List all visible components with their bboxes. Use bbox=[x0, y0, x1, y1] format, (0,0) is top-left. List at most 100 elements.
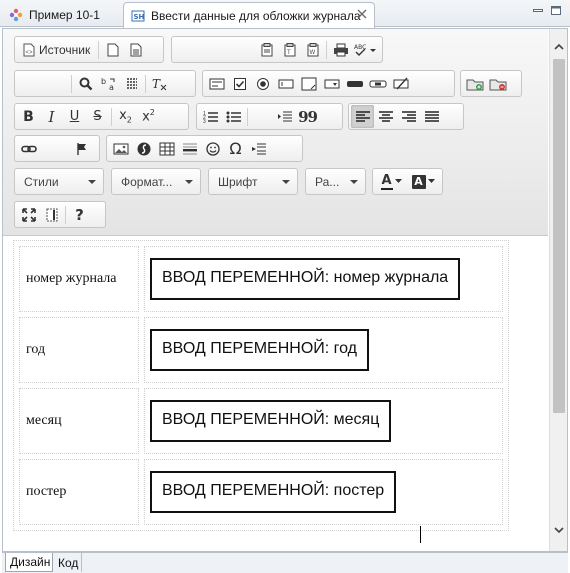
size-dropdown[interactable]: Ра... bbox=[305, 168, 366, 195]
delete-template-button[interactable] bbox=[486, 72, 509, 95]
hidden-field-button[interactable] bbox=[389, 72, 412, 95]
tab-code[interactable]: Код bbox=[54, 553, 82, 572]
row-value-cell[interactable]: ВВОД ПЕРЕМЕННОЙ: постер bbox=[144, 459, 503, 525]
bulleted-list-button[interactable] bbox=[222, 105, 245, 128]
svg-text:3: 3 bbox=[203, 119, 206, 124]
select-all-button[interactable] bbox=[120, 72, 143, 95]
image-button-button[interactable] bbox=[366, 72, 389, 95]
find-button[interactable] bbox=[74, 72, 97, 95]
copy-button[interactable] bbox=[255, 38, 278, 61]
subscript-button[interactable]: x2 bbox=[114, 105, 137, 128]
image-button[interactable] bbox=[109, 137, 132, 160]
background-color-button[interactable]: A bbox=[407, 170, 439, 193]
smiley-button[interactable] bbox=[201, 137, 224, 160]
align-right-button[interactable] bbox=[397, 105, 420, 128]
editor-toolbar: <> Источник T W ABC b a T B I U S x2 x2 … bbox=[3, 29, 548, 236]
paste-button[interactable]: T bbox=[278, 38, 301, 61]
scroll-up-button[interactable] bbox=[550, 37, 568, 55]
format-dropdown[interactable]: Формат... bbox=[111, 168, 201, 195]
flash-button[interactable] bbox=[132, 137, 155, 160]
variable-input-field[interactable]: ВВОД ПЕРЕМЕННОЙ: номер журнала bbox=[150, 258, 461, 300]
special-char-button[interactable]: Ω bbox=[224, 137, 247, 160]
row-label[interactable]: номер журнала bbox=[19, 246, 139, 312]
row-value-cell[interactable]: ВВОД ПЕРЕМЕННОЙ: номер журнала bbox=[144, 246, 503, 312]
row-value-cell[interactable]: ВВОД ПЕРЕМЕННОЙ: месяц bbox=[144, 388, 503, 454]
variable-input-field[interactable]: ВВОД ПЕРЕМЕННОЙ: месяц bbox=[150, 400, 392, 442]
scroll-down-button[interactable] bbox=[550, 521, 568, 539]
row-label[interactable]: месяц bbox=[19, 388, 139, 454]
bold-icon: B bbox=[23, 108, 34, 125]
italic-button[interactable]: I bbox=[40, 105, 63, 128]
maximize-button[interactable] bbox=[17, 203, 40, 226]
font-color-icon: A bbox=[380, 174, 393, 190]
horizontal-rule-button[interactable] bbox=[178, 137, 201, 160]
new-page-button[interactable] bbox=[101, 38, 124, 61]
remove-format-button[interactable]: T bbox=[148, 72, 171, 95]
row-value-cell[interactable]: ВВОД ПЕРЕМЕННОЙ: год bbox=[144, 317, 503, 383]
align-group bbox=[348, 103, 464, 130]
editor-content[interactable]: номер журнала ВВОД ПЕРЕМЕННОЙ: номер жур… bbox=[3, 236, 548, 551]
link-button[interactable] bbox=[17, 137, 40, 160]
table-row: номер журнала ВВОД ПЕРЕМЕННОЙ: номер жур… bbox=[19, 246, 503, 312]
chevron-down-icon bbox=[554, 526, 564, 533]
spellcheck-button[interactable]: ABC bbox=[352, 38, 380, 61]
show-blocks-button[interactable] bbox=[40, 203, 63, 226]
form-button-button[interactable] bbox=[343, 72, 366, 95]
select-field-button[interactable] bbox=[320, 72, 343, 95]
textfield-button[interactable] bbox=[274, 72, 297, 95]
variable-input-field[interactable]: ВВОД ПЕРЕМЕННОЙ: год bbox=[150, 329, 370, 371]
close-icon[interactable] bbox=[356, 8, 368, 20]
numbered-list-button[interactable]: 123 bbox=[199, 105, 222, 128]
help-button[interactable]: ? bbox=[68, 203, 91, 226]
source-button[interactable]: <> Источник bbox=[17, 38, 96, 61]
insert-template-button[interactable] bbox=[463, 72, 486, 95]
unlink-placeholder bbox=[40, 137, 70, 160]
indent-icon bbox=[277, 111, 292, 121]
variable-input-field[interactable]: ВВОД ПЕРЕМЕННОЙ: постер bbox=[150, 471, 397, 513]
form-button[interactable] bbox=[205, 72, 228, 95]
align-justify-button[interactable] bbox=[420, 105, 443, 128]
textarea-button[interactable] bbox=[297, 72, 320, 95]
page-break-button[interactable] bbox=[247, 137, 270, 160]
editor-frame: <> Источник T W ABC b a T B I U S x2 x2 … bbox=[2, 28, 568, 552]
underline-button[interactable]: U bbox=[63, 105, 86, 128]
font-dropdown[interactable]: Шрифт bbox=[208, 168, 298, 195]
row-label[interactable]: постер bbox=[19, 459, 139, 525]
superscript-button[interactable]: x2 bbox=[137, 105, 160, 128]
minimize-icon[interactable] bbox=[532, 5, 544, 16]
tab-example-10-1[interactable]: Пример 10-1 bbox=[2, 2, 120, 27]
styles-dropdown[interactable]: Стили bbox=[14, 168, 104, 195]
blockquote-button[interactable]: 99 bbox=[296, 105, 319, 128]
select-all-icon bbox=[126, 77, 137, 89]
align-justify-icon bbox=[424, 110, 439, 122]
tab-design[interactable]: Дизайн bbox=[5, 553, 53, 572]
separator bbox=[326, 40, 327, 59]
text-color-button[interactable]: A bbox=[375, 170, 407, 193]
anchor-button[interactable] bbox=[70, 137, 93, 160]
align-left-button[interactable] bbox=[351, 105, 374, 128]
strikethrough-button[interactable]: S bbox=[86, 105, 109, 128]
checkbox-button[interactable] bbox=[228, 72, 251, 95]
radio-button[interactable] bbox=[251, 72, 274, 95]
flag-icon bbox=[76, 142, 86, 155]
indent-button[interactable] bbox=[273, 105, 296, 128]
scroll-thumb[interactable] bbox=[553, 59, 565, 413]
copy-icon bbox=[261, 42, 272, 56]
table-row: месяц ВВОД ПЕРЕМЕННОЙ: месяц bbox=[19, 388, 503, 454]
preview-button[interactable] bbox=[124, 38, 147, 61]
paste-word-button[interactable]: W bbox=[301, 38, 324, 61]
print-button[interactable] bbox=[329, 38, 352, 61]
align-center-button[interactable] bbox=[374, 105, 397, 128]
omega-icon: Ω bbox=[229, 139, 242, 158]
search-icon bbox=[79, 77, 92, 90]
replace-button[interactable]: ba bbox=[97, 72, 120, 95]
bold-button[interactable]: B bbox=[17, 105, 40, 128]
textfield-icon bbox=[278, 79, 293, 88]
size-label: Ра... bbox=[315, 174, 340, 189]
maximize-icon[interactable] bbox=[550, 5, 562, 16]
tab-magazine-cover-input[interactable]: SH Ввести данные для обложки журнала bbox=[123, 2, 375, 28]
vertical-scrollbar[interactable] bbox=[549, 29, 567, 551]
table-button[interactable] bbox=[155, 137, 178, 160]
row-label[interactable]: год bbox=[19, 317, 139, 383]
align-right-icon bbox=[401, 110, 416, 122]
